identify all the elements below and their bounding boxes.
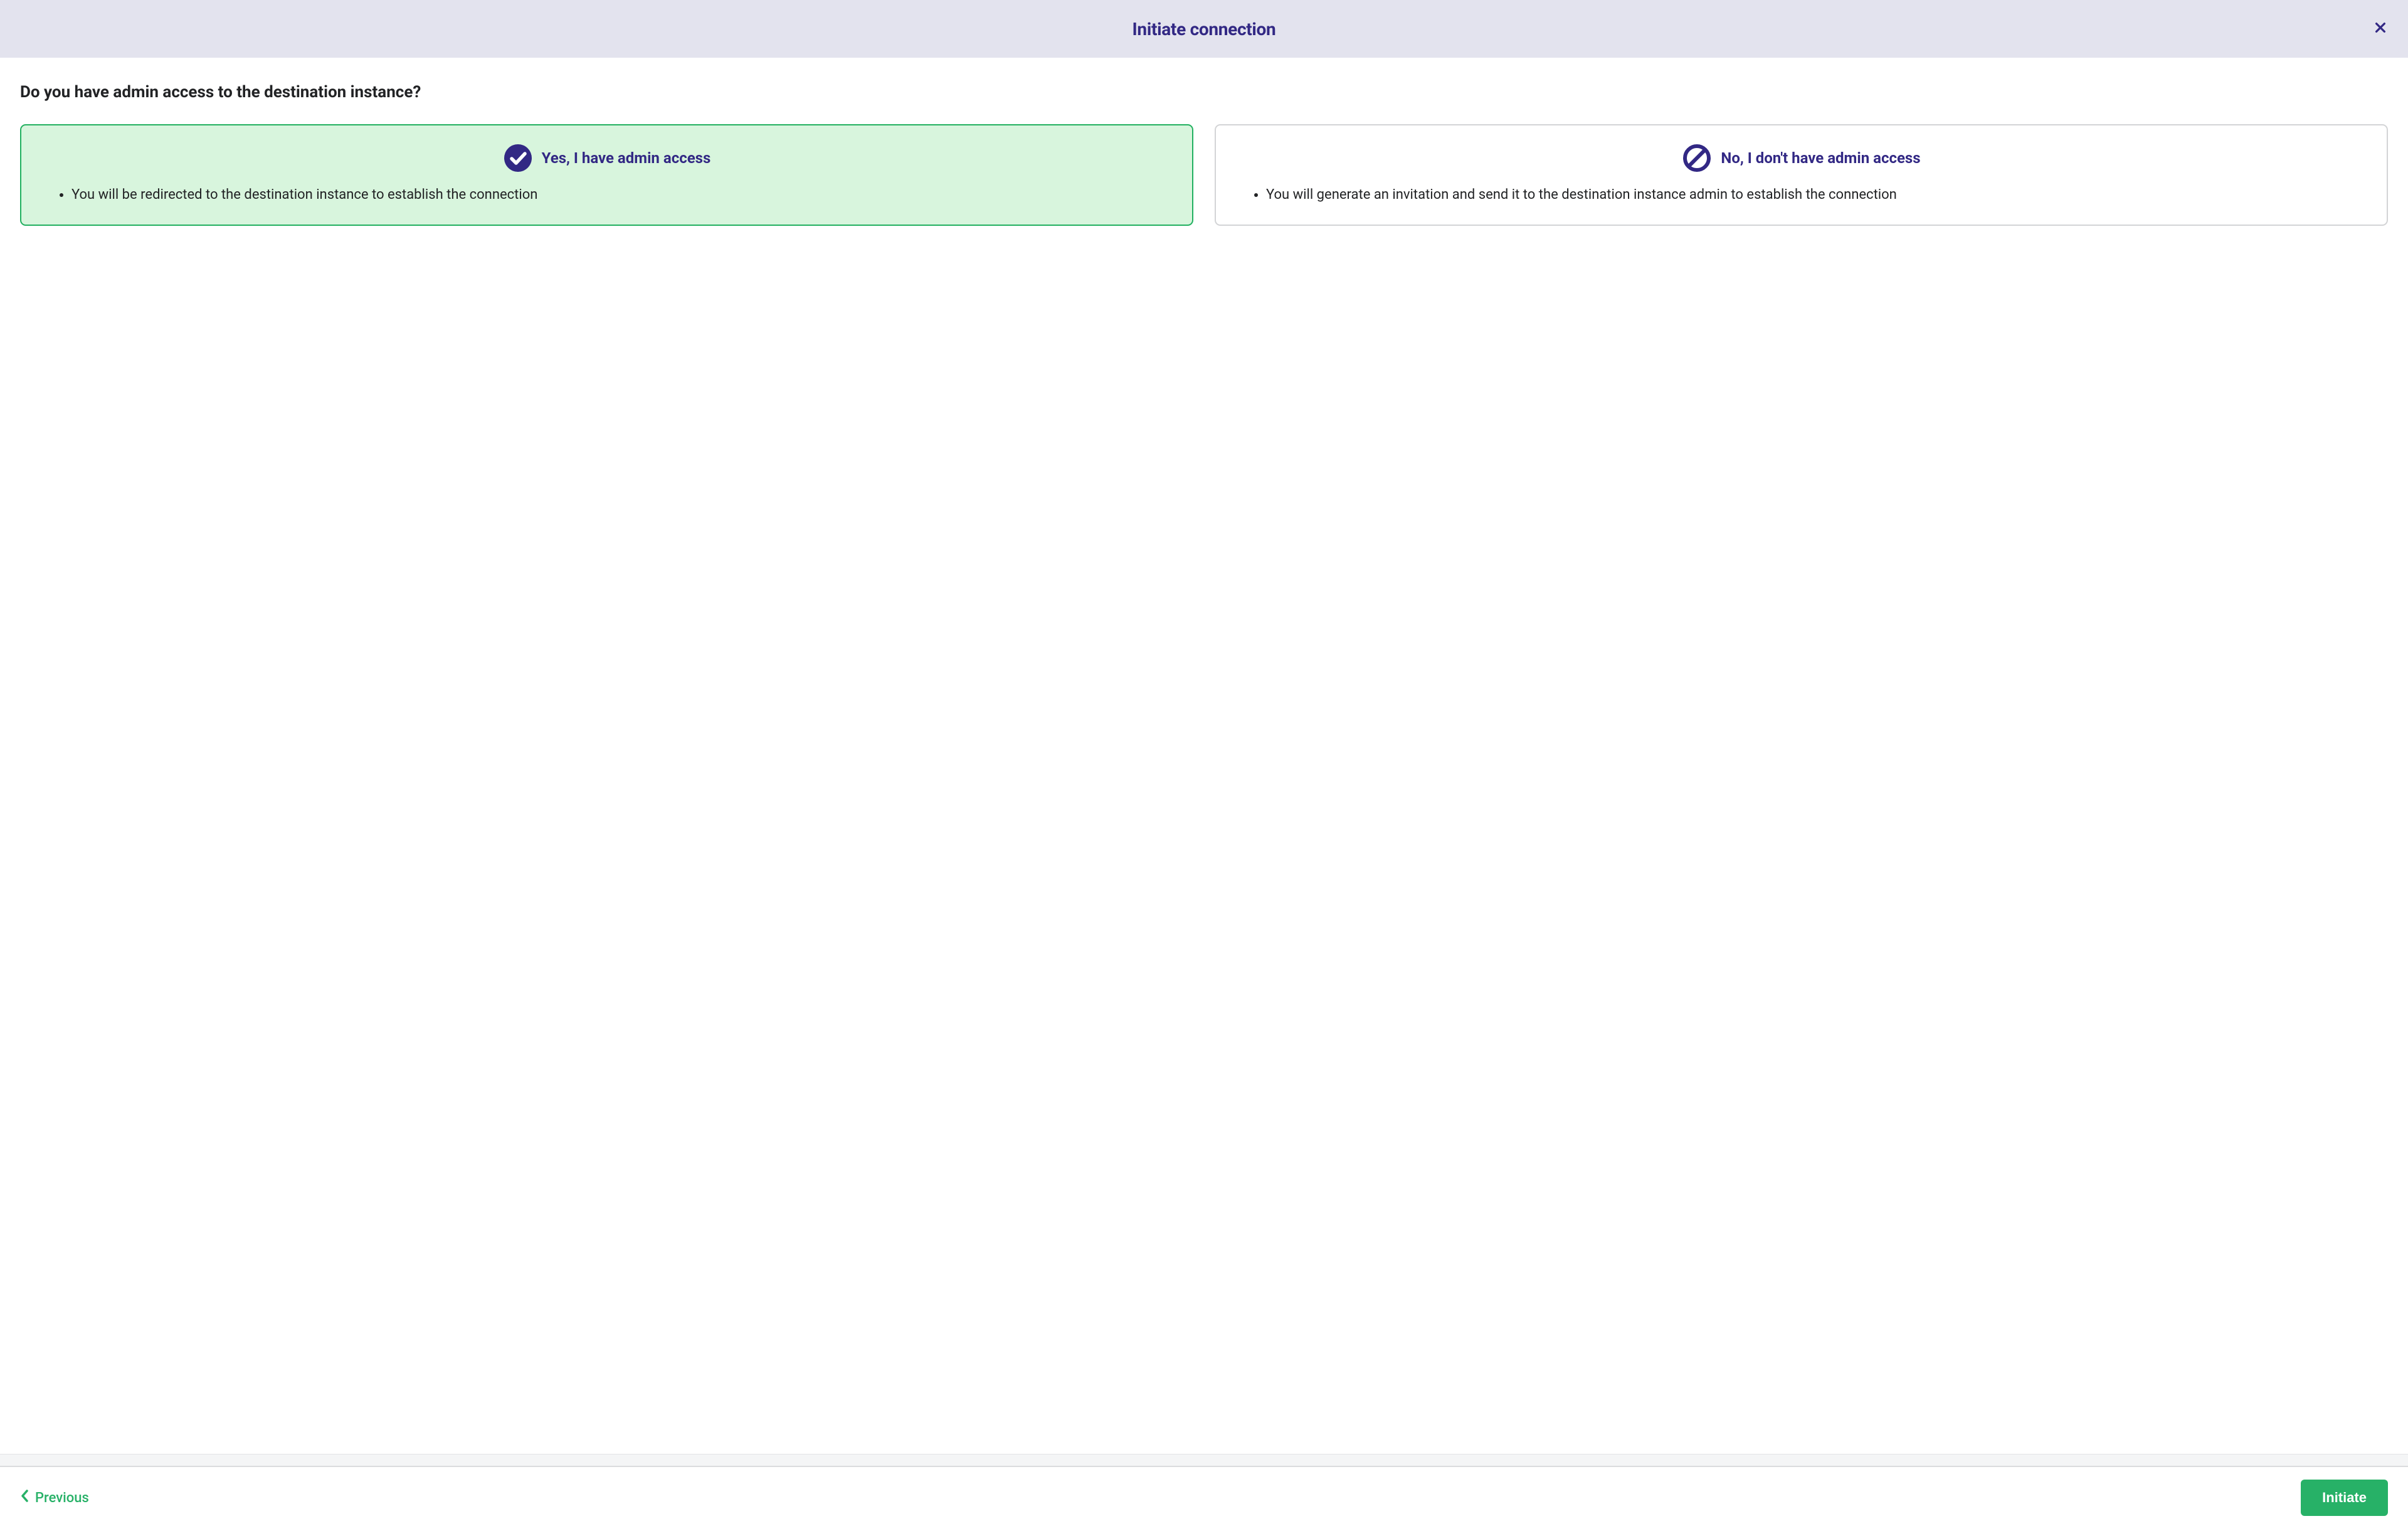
check-circle-icon <box>503 143 533 173</box>
footer-divider <box>0 1454 2408 1466</box>
question-heading: Do you have admin access to the destinat… <box>20 83 2388 102</box>
prohibit-icon <box>1682 143 1712 173</box>
modal-body: Do you have admin access to the destinat… <box>0 58 2408 1454</box>
previous-label: Previous <box>35 1490 89 1506</box>
close-button[interactable] <box>2370 19 2390 39</box>
option-yes-title: Yes, I have admin access <box>542 149 711 167</box>
option-no-card[interactable]: No, I don't have admin access You will g… <box>1215 124 2388 226</box>
option-yes-bullet: You will be redirected to the destinatio… <box>71 186 1172 204</box>
option-no-header: No, I don't have admin access <box>1236 143 2367 173</box>
option-yes-list: You will be redirected to the destinatio… <box>41 186 1172 204</box>
previous-button[interactable]: Previous <box>20 1489 89 1507</box>
modal-header: Initiate connection <box>0 0 2408 58</box>
option-group: Yes, I have admin access You will be red… <box>20 124 2388 226</box>
chevron-left-icon <box>20 1489 29 1507</box>
option-no-list: You will generate an invitation and send… <box>1236 186 2367 204</box>
option-no-title: No, I don't have admin access <box>1721 149 1920 167</box>
modal-footer: Previous Initiate <box>0 1466 2408 1531</box>
close-icon <box>2374 21 2387 37</box>
initiate-button[interactable]: Initiate <box>2301 1480 2388 1516</box>
option-no-bullet: You will generate an invitation and send… <box>1266 186 2367 204</box>
option-yes-card[interactable]: Yes, I have admin access You will be red… <box>20 124 1193 226</box>
option-yes-header: Yes, I have admin access <box>41 143 1172 173</box>
modal-title: Initiate connection <box>1133 19 1276 40</box>
